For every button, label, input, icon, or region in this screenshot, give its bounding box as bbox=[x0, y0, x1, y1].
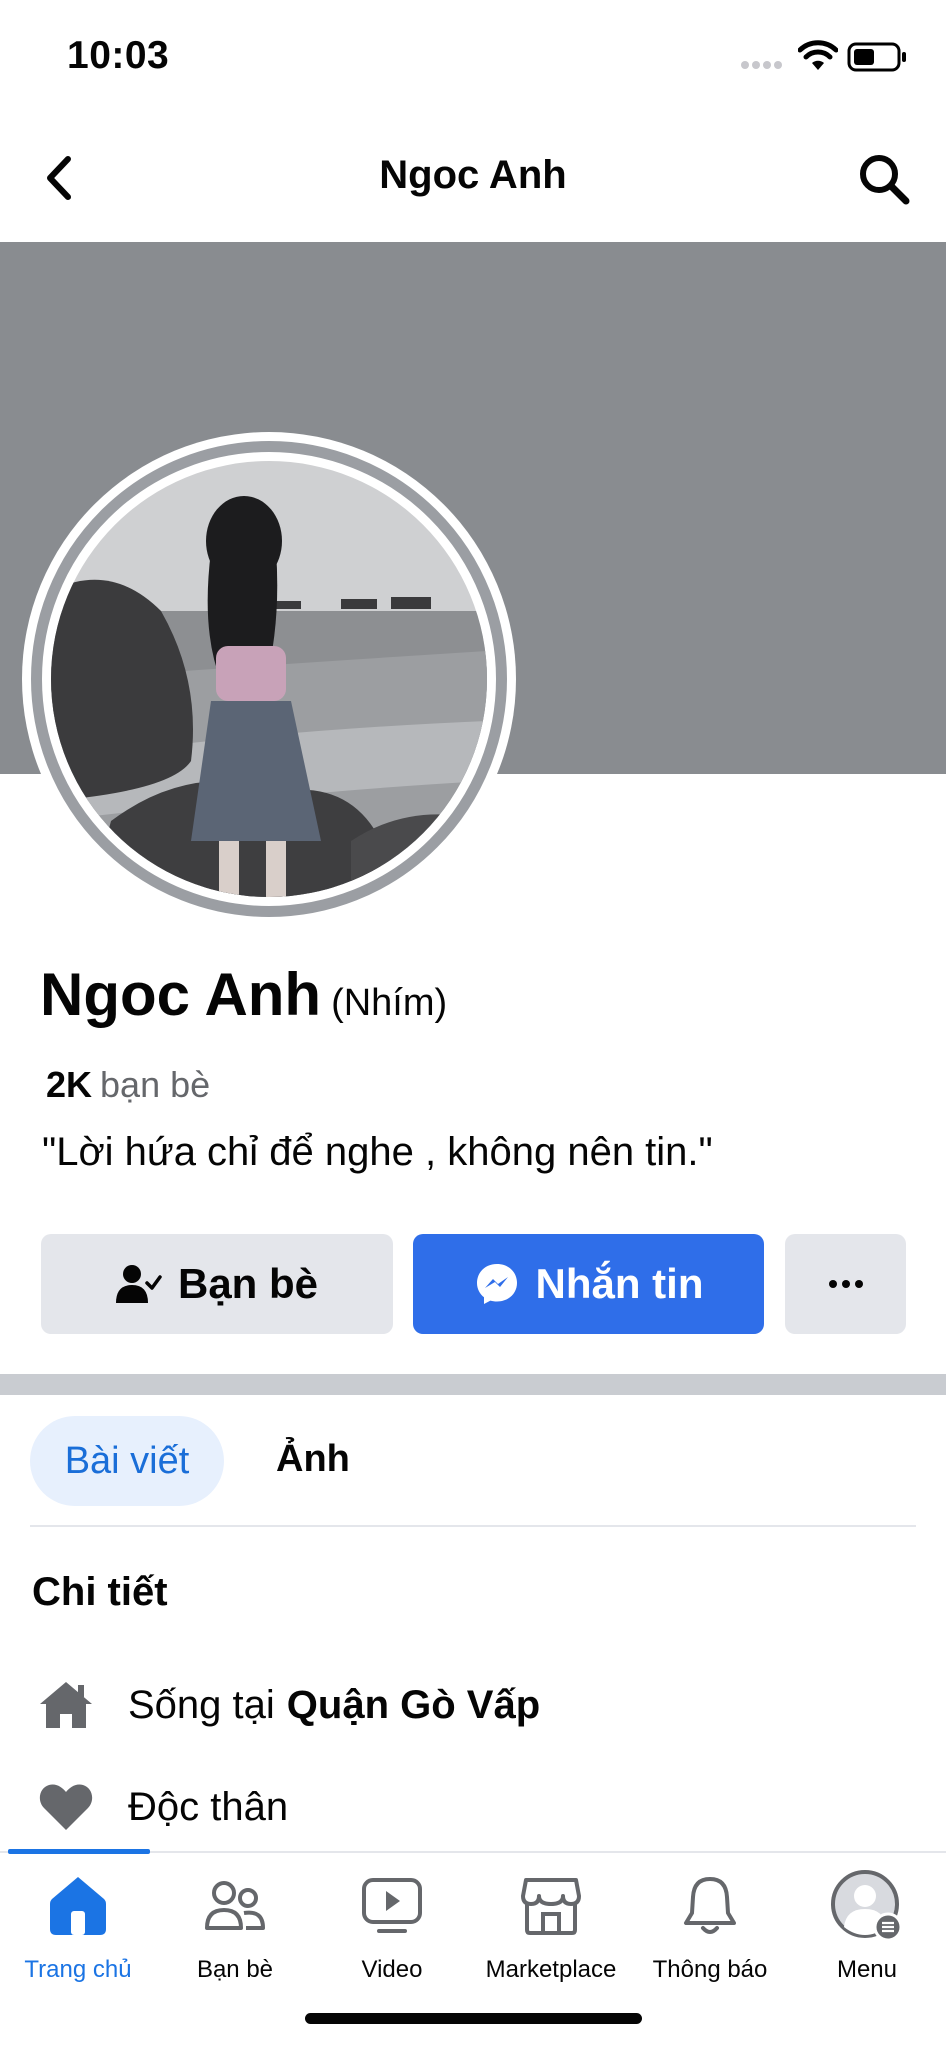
details-heading: Chi tiết bbox=[32, 1570, 168, 1614]
top-bar: Ngoc Anh bbox=[0, 115, 946, 242]
friends-icon bbox=[205, 1881, 265, 1930]
nav-marketplace-label: Marketplace bbox=[485, 1956, 617, 1983]
tab-posts[interactable]: Bài viết bbox=[30, 1416, 224, 1506]
nav-home-label: Trang chủ bbox=[24, 1956, 132, 1983]
bell-icon bbox=[684, 1877, 736, 1934]
friend-check-icon bbox=[115, 1265, 162, 1303]
nav-friends-label: Bạn bè bbox=[196, 1956, 274, 1983]
status-bar: 10:03 bbox=[0, 0, 946, 115]
profile-page: 10:03 Ngoc Anh Ngoc Anh (Nhím) 2K bạn bè… bbox=[0, 0, 946, 2048]
home-icon bbox=[50, 1877, 106, 1935]
page-title: Ngoc Anh bbox=[379, 153, 567, 197]
message-button[interactable]: Nhắn tin bbox=[413, 1234, 764, 1334]
more-dots-icon bbox=[828, 1280, 863, 1288]
tab-photos[interactable]: Ảnh bbox=[276, 1438, 350, 1481]
section-divider bbox=[0, 1374, 946, 1395]
menu-avatar-icon bbox=[831, 1870, 903, 1942]
tabs-divider bbox=[30, 1525, 916, 1527]
profile-name-text: Ngoc Anh bbox=[40, 961, 322, 1028]
detail-relationship: Độc thân bbox=[38, 1782, 288, 1832]
marketplace-icon bbox=[521, 1878, 581, 1935]
home-detail-icon bbox=[40, 1682, 92, 1728]
friends-button[interactable]: Bạn bè bbox=[41, 1234, 393, 1334]
signal-icon bbox=[741, 61, 782, 69]
message-button-label: Nhắn tin bbox=[535, 1260, 704, 1307]
home-indicator[interactable] bbox=[305, 2013, 642, 2024]
profile-photo bbox=[51, 461, 487, 897]
detail-lives-in: Sống tại Quận Gò Vấp bbox=[38, 1680, 540, 1730]
status-time: 10:03 bbox=[67, 34, 170, 77]
profile-avatar[interactable] bbox=[22, 432, 516, 926]
more-options-button[interactable] bbox=[785, 1234, 906, 1334]
messenger-icon bbox=[476, 1264, 517, 1304]
lives-in-place[interactable]: Quận Gò Vấp bbox=[287, 1683, 540, 1728]
nav-video-label: Video bbox=[361, 1956, 423, 1983]
lives-in-prefix: Sống tại bbox=[128, 1682, 275, 1727]
friends-count-number: 2K bbox=[46, 1064, 93, 1105]
friends-count-label: bạn bè bbox=[100, 1064, 211, 1105]
battery-icon bbox=[847, 42, 906, 72]
profile-name: Ngoc Anh (Nhím) bbox=[40, 960, 447, 1029]
friends-count[interactable]: 2K bạn bè bbox=[46, 1064, 210, 1106]
nav-friends[interactable]: Bạn bè bbox=[157, 1870, 313, 1984]
profile-bio: "Lời hứa chỉ để nghe , không nên tin." bbox=[42, 1130, 713, 1174]
search-icon[interactable] bbox=[856, 151, 912, 207]
video-icon bbox=[362, 1878, 422, 1933]
nav-notifications-label: Thông báo bbox=[652, 1956, 768, 1983]
profile-nickname: (Nhím) bbox=[331, 982, 448, 1024]
active-tab-indicator bbox=[8, 1849, 150, 1854]
nav-menu-label: Menu bbox=[836, 1956, 898, 1983]
nav-marketplace[interactable]: Marketplace bbox=[473, 1870, 629, 1984]
relationship-status: Độc thân bbox=[128, 1784, 289, 1829]
nav-home[interactable]: Trang chủ bbox=[0, 1870, 156, 1984]
heart-icon bbox=[39, 1784, 93, 1830]
nav-video[interactable]: Video bbox=[314, 1870, 470, 1984]
wifi-icon bbox=[798, 40, 838, 70]
nav-menu[interactable]: Menu bbox=[789, 1870, 945, 1984]
nav-notifications[interactable]: Thông báo bbox=[632, 1870, 788, 1984]
friends-button-label: Bạn bè bbox=[177, 1260, 319, 1307]
